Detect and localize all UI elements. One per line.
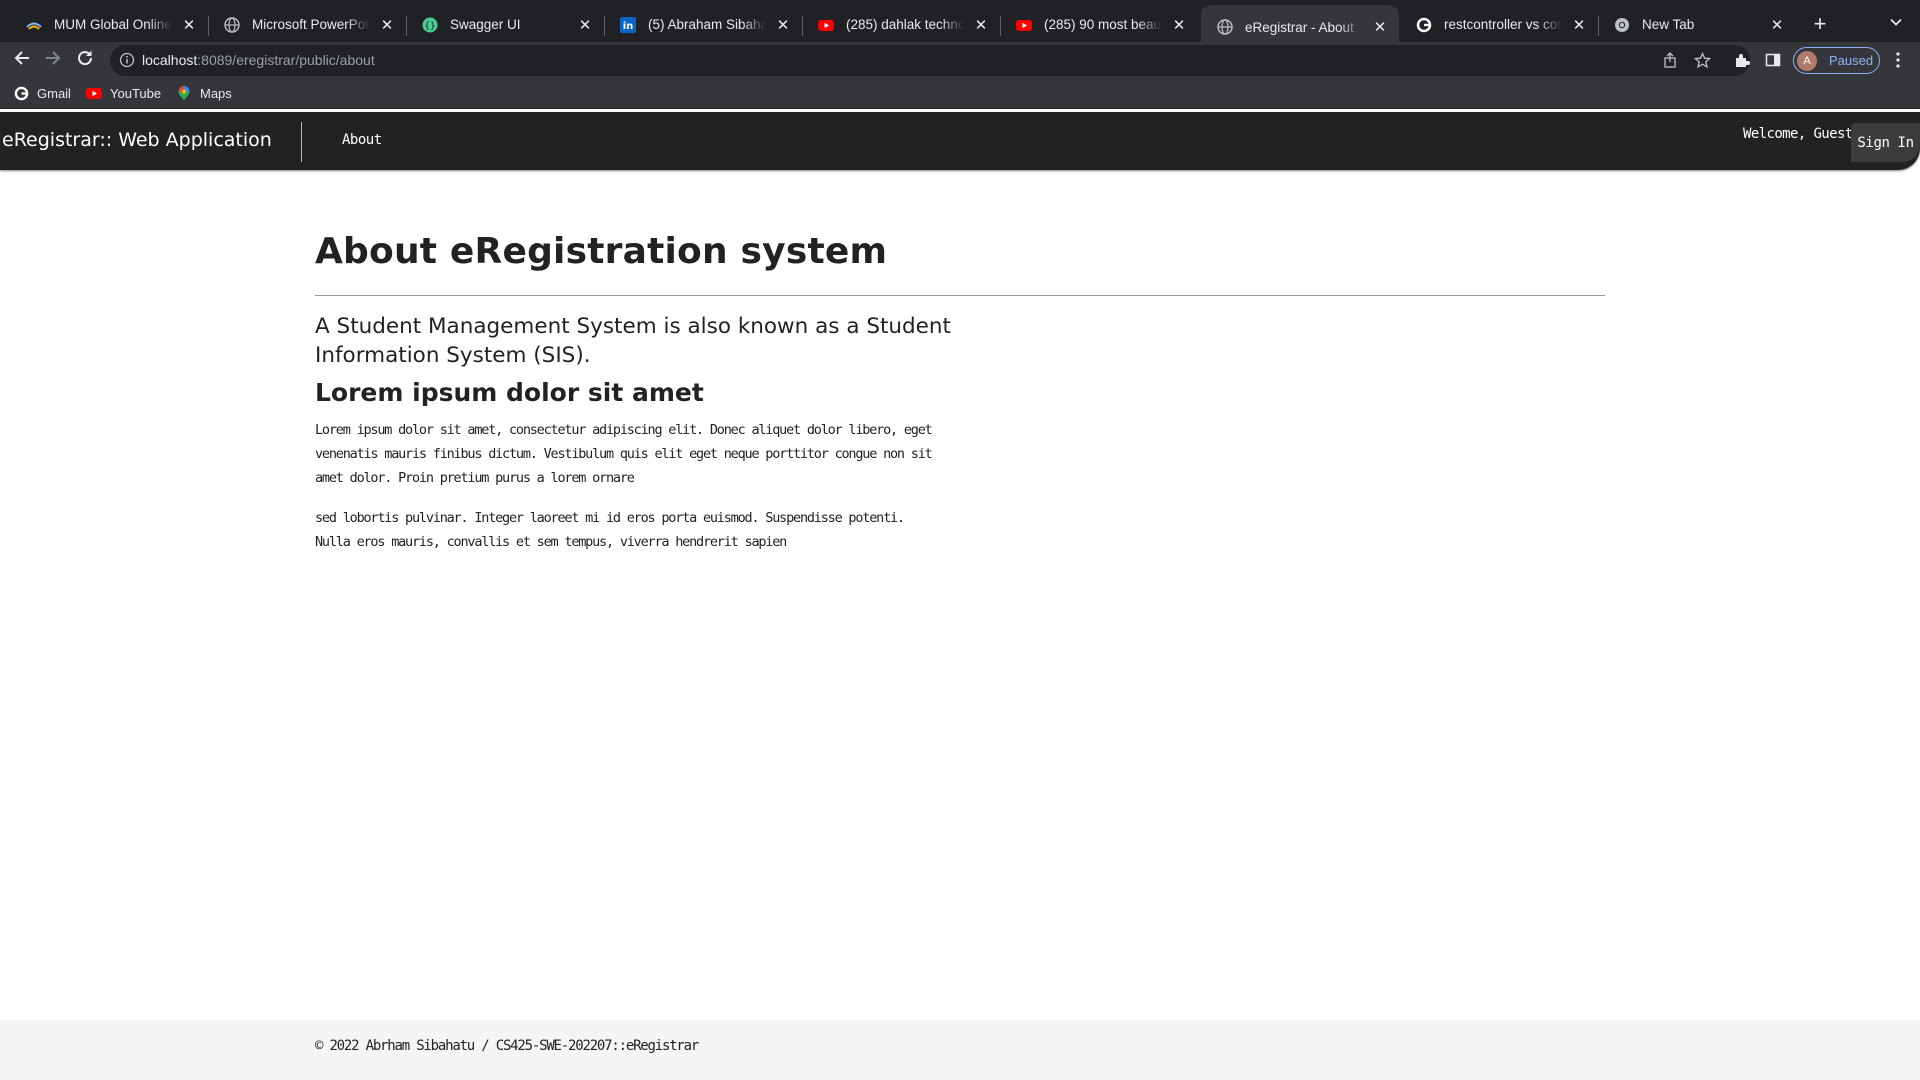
bookmark-gmail[interactable]: Gmail xyxy=(13,83,71,103)
star-icon[interactable] xyxy=(1693,51,1711,69)
share-icon[interactable] xyxy=(1661,51,1679,69)
tab-title: Swagger UI xyxy=(450,17,521,32)
url-text: localhost:8089/eregistrar/public/about xyxy=(142,52,375,68)
tab-mum-global[interactable]: MUM Global Online Education ✕ xyxy=(10,7,208,42)
nav-link-about[interactable]: About xyxy=(342,132,382,148)
avatar: A xyxy=(1797,50,1817,71)
site-navbar: eRegistrar:: Web Application About Welco… xyxy=(0,112,1920,170)
arrow-left-icon xyxy=(13,49,31,72)
site-brand[interactable]: eRegistrar:: Web Application xyxy=(2,129,272,151)
youtube-icon xyxy=(86,85,102,101)
maps-icon xyxy=(176,85,192,101)
mum-icon xyxy=(26,17,42,33)
back-button[interactable] xyxy=(8,46,36,74)
google-icon xyxy=(13,85,29,101)
nav-divider xyxy=(301,122,302,162)
sign-in-button[interactable]: Sign In xyxy=(1851,123,1920,162)
tab-swagger[interactable]: {} Swagger UI ✕ xyxy=(406,7,604,42)
web-page: eRegistrar:: Web Application About Welco… xyxy=(0,109,1920,1080)
reload-button[interactable] xyxy=(71,46,99,74)
tab-youtube-dahlak[interactable]: (285) dahlak techno - YouTube ✕ xyxy=(802,7,1000,42)
chevron-down-icon xyxy=(1889,15,1903,34)
url-path: :8089/eregistrar/public/about xyxy=(197,52,375,68)
forward-button[interactable] xyxy=(39,46,67,74)
tab-title: eRegistrar - About xyxy=(1245,19,1354,35)
close-icon[interactable]: ✕ xyxy=(774,16,792,34)
close-icon[interactable]: ✕ xyxy=(972,16,990,34)
youtube-icon xyxy=(818,17,834,33)
section-heading: Lorem ipsum dolor sit amet xyxy=(315,378,704,407)
bookmark-label: Maps xyxy=(200,85,232,101)
new-tab-button[interactable]: + xyxy=(1806,10,1834,38)
reload-icon xyxy=(76,49,94,72)
side-panel-icon[interactable] xyxy=(1763,50,1783,70)
info-icon[interactable] xyxy=(119,52,135,68)
arrow-right-icon xyxy=(44,49,62,72)
title-divider xyxy=(315,295,1605,296)
tab-youtube-places[interactable]: (285) 90 most beautiful places ✕ xyxy=(1000,7,1198,42)
swagger-icon: {} xyxy=(422,17,438,33)
extensions-icon[interactable] xyxy=(1732,50,1752,70)
profile-button[interactable]: A Paused xyxy=(1793,47,1880,74)
close-icon[interactable]: ✕ xyxy=(378,16,396,34)
tab-title: restcontroller vs controller xyxy=(1444,17,1562,32)
bookmark-label: YouTube xyxy=(110,85,162,101)
globe-icon xyxy=(1217,19,1233,35)
tab-title: (5) Abraham Sibahatu | LinkedIn xyxy=(648,17,766,32)
tab-title: (285) 90 most beautiful places xyxy=(1044,17,1162,32)
tab-linkedin[interactable]: in (5) Abraham Sibahatu | LinkedIn ✕ xyxy=(604,7,802,42)
chrome-icon xyxy=(1614,17,1630,33)
linkedin-icon: in xyxy=(620,16,636,33)
close-icon[interactable]: ✕ xyxy=(1768,16,1786,34)
browser-toolbar: localhost:8089/eregistrar/public/about A… xyxy=(0,42,1920,78)
page-title: About eRegistration system xyxy=(315,231,888,272)
menu-icon[interactable] xyxy=(1888,50,1908,70)
lead-text: A Student Management System is also know… xyxy=(315,314,951,368)
svg-text:{}: {} xyxy=(424,21,435,31)
tab-google-search[interactable]: restcontroller vs controller ✕ xyxy=(1400,7,1598,42)
tab-title: Microsoft PowerPoint - Online xyxy=(252,17,370,32)
globe-icon xyxy=(224,16,240,33)
welcome-text: Welcome, Guest xyxy=(1743,126,1853,142)
bookmark-youtube[interactable]: YouTube xyxy=(86,83,161,103)
site-footer: © 2022 Abrham Sibahatu / CS425-SWE-20220… xyxy=(0,1020,1920,1080)
tab-title: New Tab xyxy=(1642,17,1695,32)
google-icon xyxy=(1416,17,1432,33)
url-host: localhost xyxy=(142,52,198,68)
tab-search-button[interactable] xyxy=(1882,10,1910,38)
close-icon[interactable]: ✕ xyxy=(576,16,594,34)
tab-powerpoint[interactable]: Microsoft PowerPoint - Online ✕ xyxy=(208,7,406,42)
tab-title: MUM Global Online Education xyxy=(54,17,172,32)
profile-status: Paused xyxy=(1829,53,1874,68)
close-icon[interactable]: ✕ xyxy=(1371,18,1389,36)
close-icon[interactable]: ✕ xyxy=(180,16,198,34)
tab-title: (285) dahlak techno - YouTube xyxy=(846,17,964,32)
footer-copyright: © 2022 Abrham Sibahatu / CS425-SWE-20220… xyxy=(315,1038,699,1054)
svg-text:in: in xyxy=(623,21,634,32)
body-paragraph-2: sed lobortis pulvinar. Integer laoreet m… xyxy=(315,510,905,550)
bookmark-maps[interactable]: Maps xyxy=(176,83,232,103)
youtube-icon xyxy=(1016,17,1032,33)
close-icon[interactable]: ✕ xyxy=(1170,16,1188,34)
tab-new-tab[interactable]: New Tab ✕ xyxy=(1598,7,1796,42)
body-paragraph-1: Lorem ipsum dolor sit amet, consectetur … xyxy=(315,422,933,486)
bookmark-label: Gmail xyxy=(37,85,71,101)
address-bar[interactable]: localhost:8089/eregistrar/public/about xyxy=(110,45,1750,76)
bookmarks-bar: Gmail YouTube Maps xyxy=(0,78,1920,109)
close-icon[interactable]: ✕ xyxy=(1570,16,1588,34)
